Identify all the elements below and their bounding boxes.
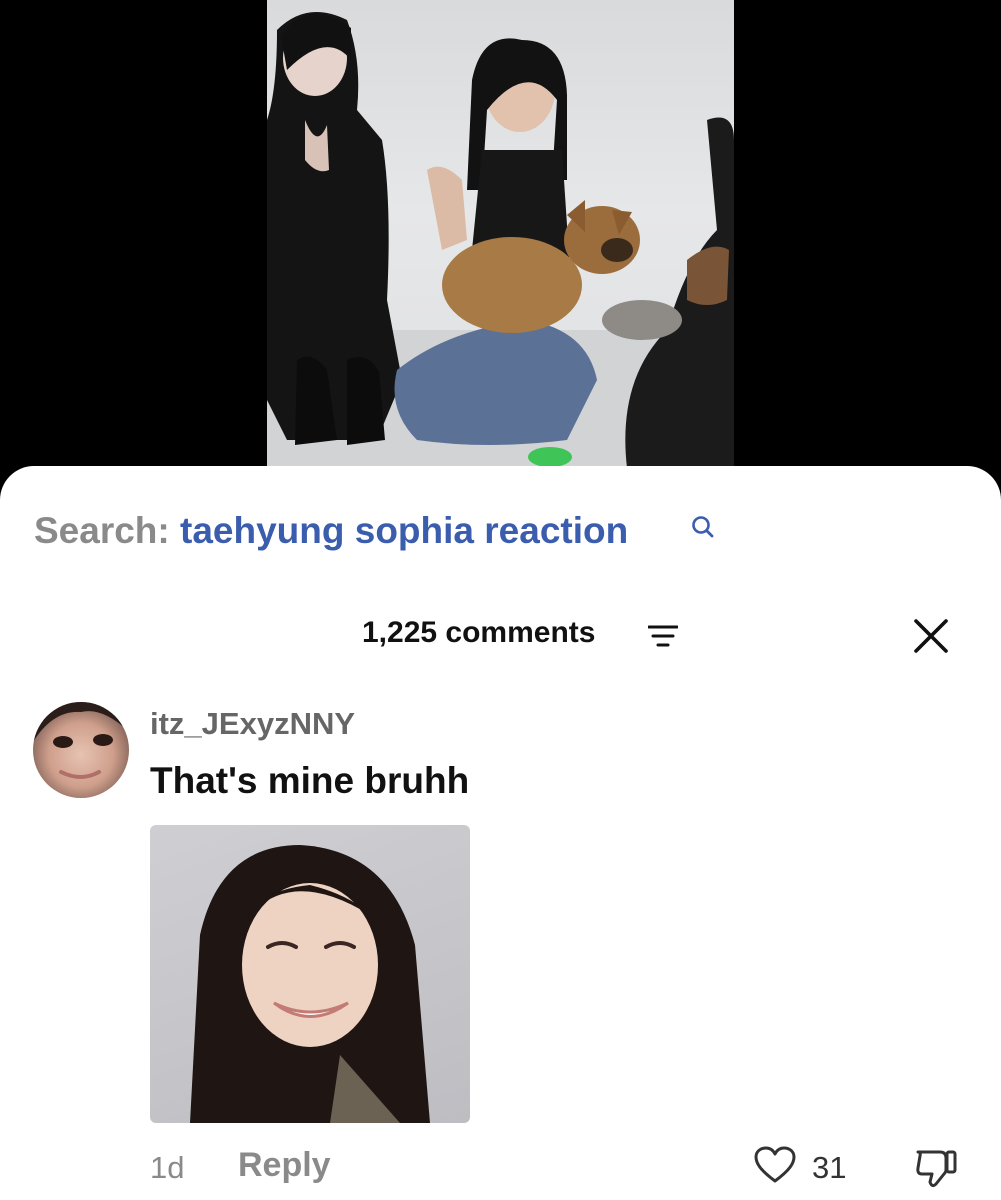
- sort-lines-icon[interactable]: [647, 624, 679, 655]
- reply-button[interactable]: Reply: [238, 1146, 331, 1185]
- comments-sheet: Search: taehyung sophia reaction 1,225 c…: [0, 466, 1001, 1200]
- comment-item: itz_JExyzNNY That's mine bruhh 1d Reply …: [0, 698, 1001, 1198]
- close-icon[interactable]: [913, 618, 949, 659]
- comments-header: 1,225 comments: [0, 614, 1001, 658]
- video-frame[interactable]: [267, 0, 734, 468]
- search-query-link[interactable]: taehyung sophia reaction: [180, 510, 628, 551]
- comment-text: That's mine bruhh: [150, 760, 470, 801]
- comment-attached-image[interactable]: [150, 825, 470, 1123]
- comment-username[interactable]: itz_JExyzNNY: [150, 706, 355, 742]
- comments-count: 1,225 comments: [362, 616, 596, 649]
- search-icon[interactable]: [691, 508, 715, 550]
- video-player[interactable]: [0, 0, 1001, 470]
- avatar[interactable]: [33, 702, 129, 798]
- comment-timestamp: 1d: [150, 1150, 185, 1185]
- search-suggestion[interactable]: Search: taehyung sophia reaction: [34, 510, 714, 552]
- heart-icon[interactable]: [754, 1146, 796, 1189]
- search-prefix-label: Search:: [34, 510, 170, 551]
- video-still-image: [267, 12, 734, 468]
- like-count: 31: [812, 1150, 847, 1185]
- thumbs-down-icon[interactable]: [914, 1148, 958, 1193]
